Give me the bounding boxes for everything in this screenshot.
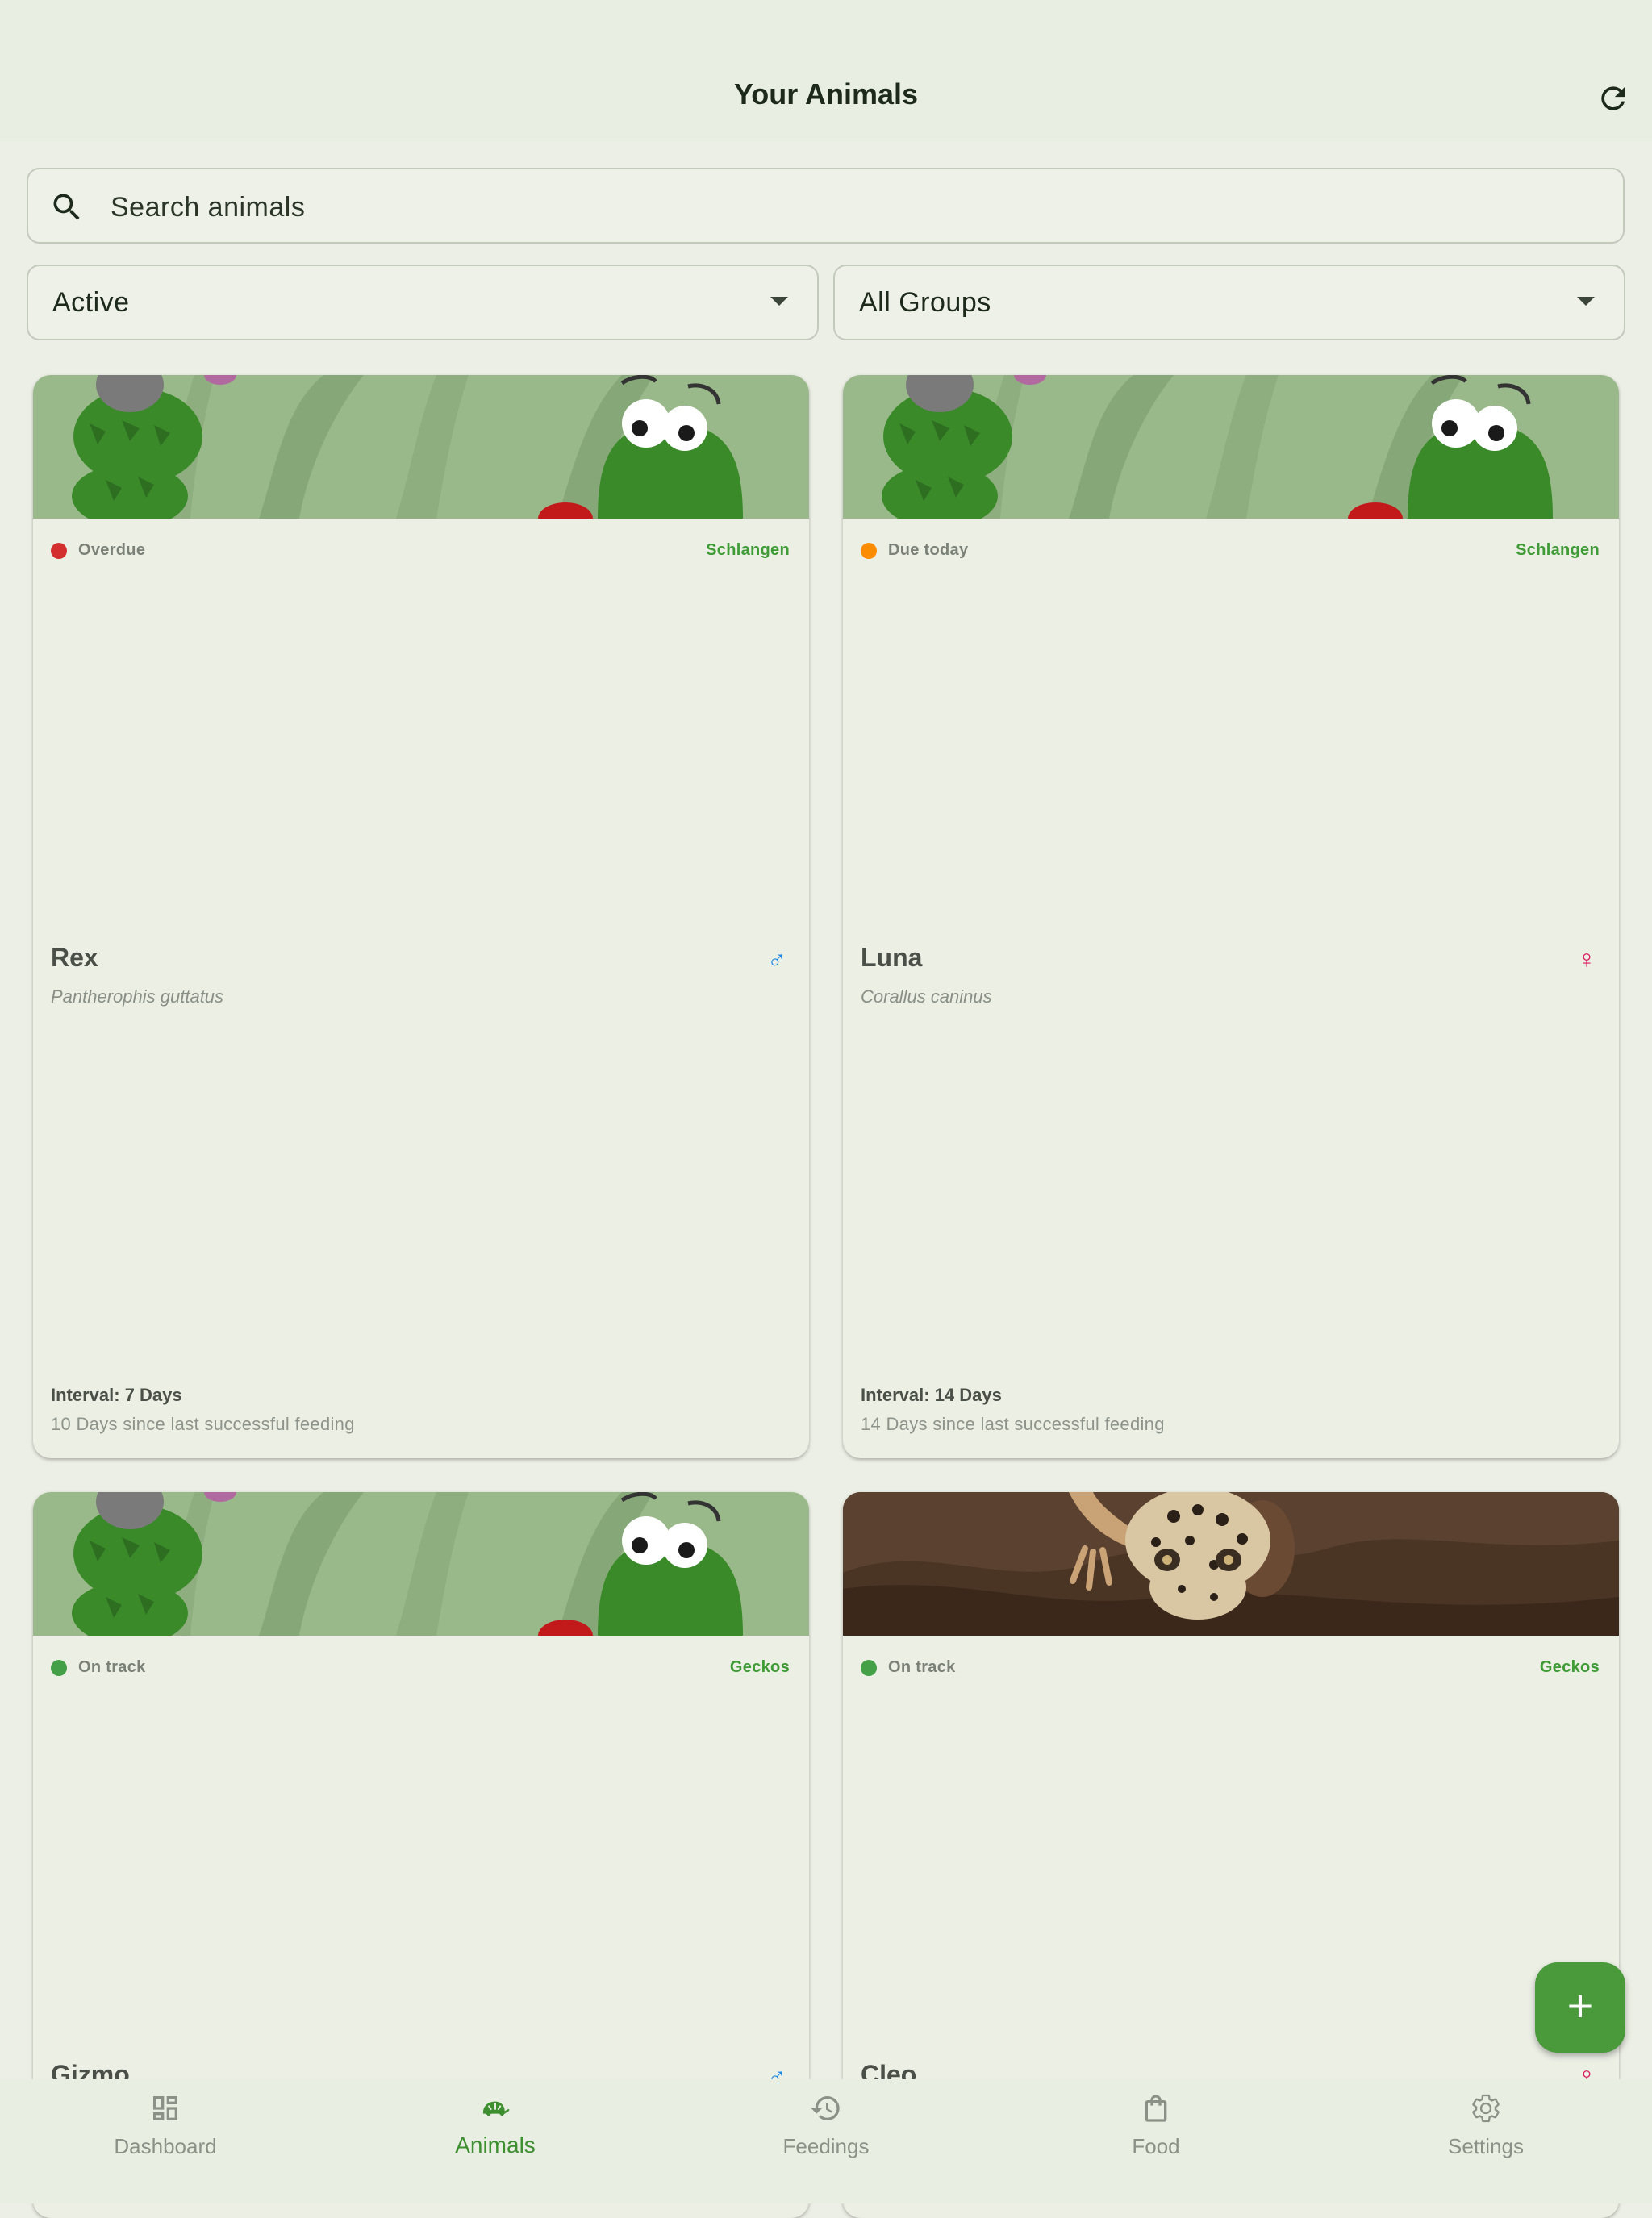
animal-name: Rex [51,943,98,972]
status-filter-dropdown[interactable]: Active [27,265,819,340]
turtle-icon [483,2101,510,2116]
group-tag: Geckos [1539,1658,1600,1676]
status-filter-value: Active [52,287,130,318]
app-bar: Your Animals [0,0,1652,141]
group-filter-value: All Groups [859,287,991,318]
bottom-navigation: Dashboard Animals Feedings Food Settings [0,2079,1652,2203]
animal-image [843,1492,1619,1636]
shopping-bag-icon [1145,2095,1167,2122]
search-icon [53,194,80,220]
animal-image [33,375,809,519]
group-filter-dropdown[interactable]: All Groups [833,265,1625,340]
page-title: Your Animals [733,77,919,110]
animal-card[interactable]: Due today Schlangen Luna ♀ Corallus cani… [843,375,1619,1458]
history-icon [811,2096,840,2120]
animal-image [33,1492,809,1636]
group-tag: Geckos [729,1658,790,1676]
male-icon: ♂ [767,944,786,974]
feeding-status: On track [861,1658,956,1677]
plus-icon: + [1566,1980,1594,2031]
animal-species: Pantherophis guttatus [51,986,224,1007]
animal-card[interactable]: Overdue Schlangen Rex ♂ Pantherophis gut… [33,375,809,1458]
female-icon: ♀ [1577,944,1596,974]
nav-label: Feedings [782,2134,870,2158]
nav-animals[interactable]: Animals [374,2079,616,2203]
group-tag: Schlangen [706,541,790,559]
animal-image [843,375,1619,519]
group-tag: Schlangen [1516,541,1600,559]
animal-species: Corallus caninus [861,986,992,1007]
status-dot [861,542,877,559]
status-label: On track [78,1658,146,1676]
status-label: On track [888,1658,956,1676]
add-animal-button[interactable]: + [1535,1962,1625,2053]
search-placeholder: Search animals [111,192,306,223]
feeding-status: On track [51,1658,146,1677]
days-since-feeding: 14 Days since last successful feeding [861,1414,1165,1434]
animal-name: Luna [861,943,923,972]
days-since-feeding: 10 Days since last successful feeding [51,1414,355,1434]
chevron-down-icon [1577,297,1595,306]
chevron-down-icon [770,297,788,306]
nav-dashboard[interactable]: Dashboard [44,2079,286,2203]
status-label: Due today [888,541,969,559]
feeding-interval: Interval: 14 Days [861,1385,1002,1405]
status-dot [861,1659,877,1676]
nav-label: Settings [1448,2134,1524,2158]
dashboard-icon [153,2096,177,2120]
feeding-interval: Interval: 7 Days [51,1385,182,1405]
nav-food[interactable]: Food [1035,2079,1277,2203]
gear-icon [1472,2094,1500,2123]
refresh-icon[interactable] [1596,81,1631,116]
nav-label: Animals [455,2133,536,2158]
status-dot [51,542,67,559]
feeding-status: Overdue [51,541,145,560]
nav-label: Food [1132,2134,1180,2158]
status-dot [51,1659,67,1676]
nav-label: Dashboard [114,2134,217,2158]
search-input[interactable]: Search animals [27,168,1625,244]
nav-feedings[interactable]: Feedings [705,2079,947,2203]
status-label: Overdue [78,541,146,559]
feeding-status: Due today [861,541,968,560]
nav-settings[interactable]: Settings [1365,2079,1607,2203]
